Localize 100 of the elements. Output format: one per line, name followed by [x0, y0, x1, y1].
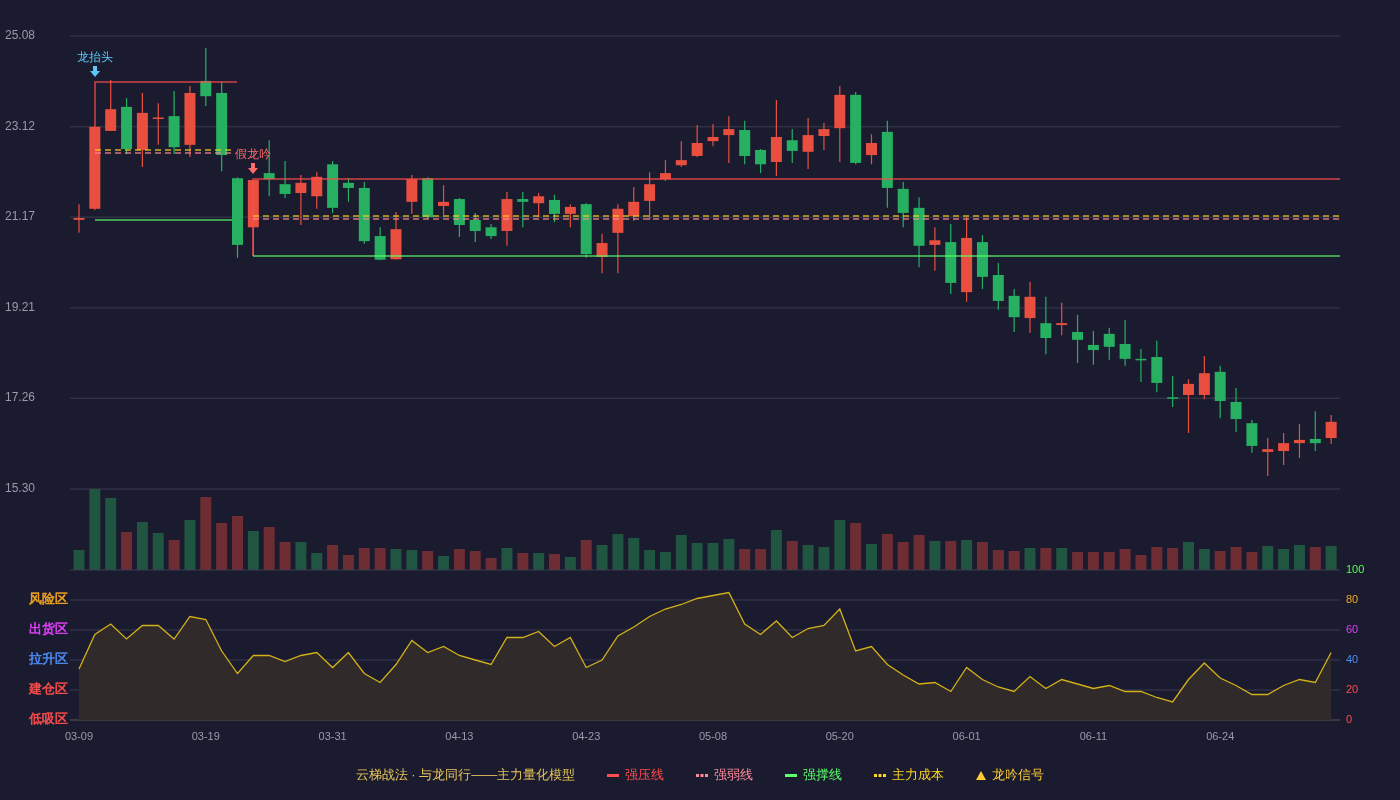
date-label: 03-31 — [318, 729, 347, 742]
candlestick — [945, 223, 957, 295]
candlestick — [406, 174, 418, 215]
volume-bar — [517, 553, 529, 570]
legend-label: 龙吟信号 — [992, 766, 1045, 785]
date-label: 05-08 — [698, 729, 728, 742]
volume-bar — [612, 534, 624, 570]
volume-bar — [311, 553, 323, 570]
candlestick — [1087, 330, 1099, 366]
date-label: 06-24 — [1206, 729, 1235, 742]
volume-bar — [453, 549, 465, 570]
candlestick — [1135, 348, 1147, 383]
volume-bar — [73, 550, 85, 570]
volume-bar — [976, 542, 988, 570]
oscillator-axis-label: 60 — [1346, 622, 1359, 635]
volume-bar — [485, 558, 497, 570]
volume-bar — [834, 520, 846, 570]
candlestick — [121, 97, 133, 155]
price-axis-label: 19.21 — [5, 300, 36, 315]
volume-bar — [1040, 548, 1052, 570]
volume-bar — [1103, 552, 1115, 570]
volume-bar — [422, 551, 434, 570]
zone-label: 低吸区 — [28, 711, 68, 727]
candlestick — [1103, 327, 1115, 361]
candlestick — [105, 79, 117, 132]
volume-bar — [580, 540, 592, 570]
legend-label: 主力成本 — [892, 766, 945, 785]
volume-bar — [1246, 552, 1258, 570]
arrow-down-icon — [90, 66, 100, 77]
volume-bar — [327, 545, 339, 570]
candlestick — [1151, 340, 1163, 393]
oscillator-axis-label: 0 — [1346, 712, 1353, 725]
candlestick — [469, 212, 481, 243]
candlestick — [501, 191, 513, 247]
price-axis-label: 25.08 — [5, 28, 36, 43]
zone-label: 拉升区 — [28, 651, 68, 667]
candlestick — [1262, 437, 1274, 477]
candlestick — [1293, 423, 1305, 459]
candlestick — [533, 192, 545, 218]
signal-label: 龙抬头 — [77, 50, 113, 65]
volume-bar — [659, 552, 671, 570]
candlestick — [580, 202, 592, 259]
volume-bar — [770, 530, 782, 570]
candlestick — [1278, 432, 1290, 466]
candlestick — [1119, 319, 1131, 367]
volume-bar — [564, 557, 576, 570]
legend-label: 强弱线 — [714, 766, 754, 785]
volume-bar — [628, 538, 640, 570]
volume-bar — [881, 534, 893, 570]
volume-bar — [1278, 549, 1290, 570]
candlestick — [1024, 281, 1036, 334]
candlestick — [152, 102, 164, 146]
volume-bar — [929, 541, 941, 570]
candlestick — [675, 140, 687, 168]
candlestick — [628, 186, 640, 222]
volume-bar — [1214, 551, 1226, 570]
volume-bar — [136, 522, 148, 570]
volume-bar — [755, 549, 767, 570]
candlestick — [327, 160, 339, 214]
candlestick — [438, 184, 450, 216]
volume-bar — [549, 554, 560, 570]
oscillator-axis-label: 20 — [1346, 682, 1359, 695]
candlestick — [929, 226, 941, 272]
candlestick — [644, 171, 656, 221]
volume-bar — [295, 542, 307, 570]
volume-bar — [184, 520, 196, 570]
candlestick — [596, 233, 608, 274]
date-label: 04-23 — [572, 729, 601, 742]
volume-bar — [866, 544, 877, 570]
candlestick — [897, 181, 909, 228]
candlestick — [311, 171, 323, 210]
price-axis-label: 17.26 — [5, 390, 36, 405]
volume-bar — [358, 548, 370, 570]
volume-bar — [992, 550, 1004, 570]
volume-bar — [1309, 547, 1321, 570]
volume-bar — [1024, 548, 1036, 570]
zone-label: 风险区 — [28, 591, 68, 607]
volume-bar — [152, 533, 164, 570]
candlestick — [358, 181, 370, 245]
candlestick — [374, 226, 386, 261]
legend-title: 云梯战法 · 与龙同行——主力量化模型 — [355, 766, 576, 785]
candlestick — [707, 123, 719, 147]
volume-bar — [739, 549, 751, 570]
volume-bar — [342, 555, 354, 570]
volume-bar — [1230, 547, 1242, 570]
volume-bar — [786, 541, 798, 570]
candlestick — [612, 203, 624, 274]
volume-bar — [1262, 546, 1274, 570]
volume-bar — [105, 498, 117, 570]
zone-label: 建仓区 — [28, 681, 68, 697]
volume-bar — [501, 548, 513, 570]
volume-bar — [232, 516, 243, 570]
candlestick — [549, 194, 560, 223]
volume-bar — [1167, 548, 1179, 570]
candlestick — [1214, 365, 1226, 419]
candlestick — [786, 128, 798, 164]
candlestick — [564, 203, 576, 228]
volume-bar — [216, 523, 228, 570]
zone-label: 出货区 — [28, 621, 68, 637]
volume-bar — [1087, 552, 1099, 570]
